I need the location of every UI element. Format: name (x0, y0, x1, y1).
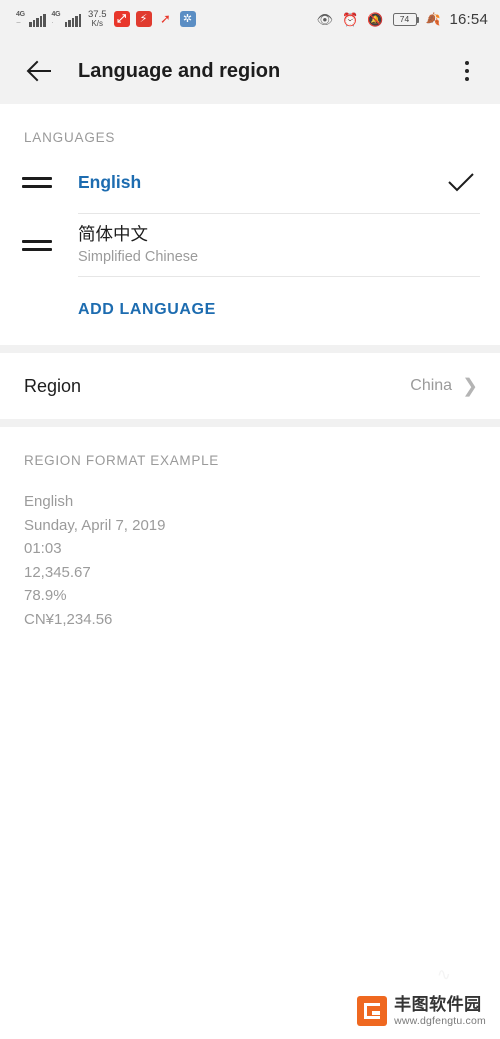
list-item: 12,345.67 (24, 563, 91, 581)
region-label: Region (24, 375, 82, 396)
battery-level: 74 (399, 13, 410, 24)
status-bar: 4G ···· 4G · 37.5 K/s ⤢ ⚡ ➚ ✲ 👁 ⏰ 🔕 74 🍂… (0, 0, 500, 38)
region-value: China (410, 377, 453, 394)
trend-arrow-icon: ➚ (160, 11, 171, 26)
back-arrow-icon[interactable] (22, 54, 56, 88)
watermark-url: www.dgfengtu.com (394, 1014, 486, 1027)
network-generation-label-1: 4G (16, 11, 25, 18)
format-example-header: REGION FORMAT EXAMPLE (24, 453, 219, 468)
alarm-clock-icon: ⏰ (342, 11, 359, 27)
list-item: CN¥1,234.56 (24, 610, 113, 628)
list-item: 01:03 (24, 540, 62, 557)
region-format-example-card: REGION FORMAT EXAMPLE English Sunday, Ap… (0, 427, 500, 631)
add-language-button[interactable]: ADD LANGUAGE (0, 277, 500, 345)
watermark: 丰图软件园 www.dgfengtu.com (357, 995, 486, 1027)
watermark-text: 丰图软件园 www.dgfengtu.com (394, 995, 486, 1027)
language-item-text: 简体中文 Simplified Chinese (56, 222, 444, 268)
alert-app-icon: ⚡ (135, 11, 152, 27)
drag-handle-icon[interactable] (22, 239, 56, 251)
background-artifact: ∿ (436, 965, 452, 984)
status-bar-clock: 16:54 (449, 10, 488, 28)
watermark-name: 丰图软件园 (394, 995, 482, 1015)
status-bar-left: 4G ···· 4G · 37.5 K/s ⤢ ⚡ ➚ ✲ (16, 10, 196, 28)
more-vertical-icon[interactable] (450, 54, 484, 88)
language-name: 简体中文 (78, 224, 148, 244)
leaf-icon: 🍂 (425, 12, 441, 26)
languages-section-header: LANGUAGES (24, 130, 116, 145)
phone-screen: 4G ···· 4G · 37.5 K/s ⤢ ⚡ ➚ ✲ 👁 ⏰ 🔕 74 🍂… (0, 0, 500, 1039)
check-icon (444, 171, 478, 193)
status-bar-right: 👁 ⏰ 🔕 74 🍂 16:54 (317, 11, 488, 28)
language-list-item-english[interactable]: English (0, 151, 500, 213)
region-card: Region China ❯ (0, 353, 500, 419)
network-generation-label-2: 4G (51, 11, 61, 18)
signal-bars-icon: 4G ···· (16, 11, 46, 27)
language-name: English (78, 172, 142, 192)
language-subtitle: Simplified Chinese (78, 249, 199, 265)
fengtu-logo-icon (357, 996, 388, 1027)
signal-dots-2: · (51, 20, 54, 26)
drag-handle-icon[interactable] (22, 176, 56, 188)
data-speed-indicator: 37.5 K/s (88, 10, 107, 28)
section-separator (0, 345, 500, 353)
signal-bars-icon-secondary: 4G · (51, 11, 81, 27)
list-item: English (24, 493, 74, 510)
region-value-group: China ❯ (410, 377, 478, 396)
section-separator (0, 419, 500, 427)
eye-comfort-icon: 👁 (316, 11, 334, 27)
page-title: Language and region (78, 59, 281, 82)
region-row[interactable]: Region China ❯ (0, 353, 500, 419)
data-speed-unit: K/s (91, 19, 104, 28)
format-example-list: English Sunday, April 7, 2019 01:03 12,3… (0, 468, 500, 631)
list-item: Sunday, April 7, 2019 (24, 516, 166, 534)
language-list-item-chinese[interactable]: 简体中文 Simplified Chinese (0, 214, 500, 276)
languages-card: LANGUAGES English 简体中文 Simplified Chines… (0, 104, 500, 345)
bell-muted-icon: 🔕 (367, 11, 384, 27)
language-item-text: English (56, 170, 444, 194)
data-speed-value: 37.5 (88, 9, 107, 20)
battery-icon: 74 (392, 12, 419, 26)
list-item: 78.9% (24, 587, 67, 604)
app-bar: Language and region (0, 38, 500, 104)
network-app-icon: ✲ (179, 11, 196, 27)
chevron-right-icon: ❯ (462, 375, 478, 397)
signal-dots-1: ···· (16, 20, 21, 26)
stock-app-icon: ⤢ (113, 11, 130, 27)
